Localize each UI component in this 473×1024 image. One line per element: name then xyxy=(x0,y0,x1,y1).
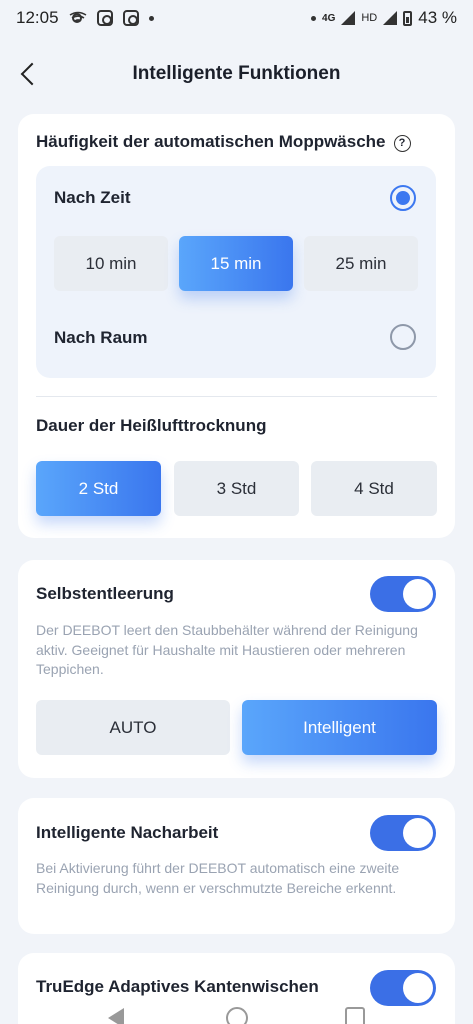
mop-wash-options-panel: Nach Zeit 10 min 15 min 25 min Nach Raum xyxy=(36,166,436,378)
interval-15-min-button[interactable]: 15 min xyxy=(179,236,293,291)
signal-icon xyxy=(341,11,356,25)
drying-2-std-button[interactable]: 2 Std xyxy=(36,461,161,516)
by-time-label: Nach Zeit xyxy=(54,188,131,207)
drying-4-std-button[interactable]: 4 Std xyxy=(311,461,437,516)
truedge-card: TruEdge Adaptives Kantenwischen xyxy=(18,953,455,1024)
header: Intelligente Funktionen xyxy=(0,52,473,96)
wifi-icon xyxy=(383,11,398,25)
battery-icon xyxy=(403,10,413,26)
interval-25-min-button[interactable]: 25 min xyxy=(304,236,418,291)
hd-label: HD xyxy=(361,12,378,24)
self-empty-title: Selbstentleerung xyxy=(36,584,174,603)
self-empty-intelligent-button[interactable]: Intelligent xyxy=(242,700,437,755)
battery-percent: 43 % xyxy=(418,8,457,27)
self-empty-auto-button[interactable]: AUTO xyxy=(36,700,230,755)
cast-icon xyxy=(69,10,87,26)
by-time-radio[interactable] xyxy=(390,185,416,211)
drying-title: Dauer der Heißlufttrocknung xyxy=(36,416,267,435)
page-title: Intelligente Funktionen xyxy=(132,63,341,84)
self-empty-card: Selbstentleerung Der DEEBOT leert den St… xyxy=(18,560,455,778)
back-arrow-icon[interactable] xyxy=(18,62,42,86)
mop-wash-title: Häufigkeit der automatischen Moppwäsche xyxy=(36,132,386,151)
self-empty-description: Der DEEBOT leert den Staubbehälter währe… xyxy=(36,622,418,677)
rework-title: Intelligente Nacharbeit xyxy=(36,823,219,842)
status-time: 12:05 xyxy=(16,8,59,27)
rework-card: Intelligente Nacharbeit Bei Aktivierung … xyxy=(18,798,455,934)
rework-description: Bei Aktivierung führt der DEEBOT automat… xyxy=(36,860,400,896)
dot-icon xyxy=(311,15,317,21)
interval-10-min-button[interactable]: 10 min xyxy=(54,236,168,291)
network-label: 4G xyxy=(322,12,336,24)
truedge-toggle[interactable] xyxy=(370,970,436,1006)
instagram-icon xyxy=(96,10,113,26)
self-empty-toggle[interactable] xyxy=(370,576,436,612)
by-room-radio[interactable] xyxy=(390,324,416,350)
truedge-title: TruEdge Adaptives Kantenwischen xyxy=(36,977,319,996)
drying-3-std-button[interactable]: 3 Std xyxy=(174,461,299,516)
instagram-icon xyxy=(122,10,139,26)
help-icon[interactable]: ? xyxy=(393,135,411,152)
mop-wash-title-row: Häufigkeit der automatischen Moppwäsche? xyxy=(36,132,411,152)
rework-toggle[interactable] xyxy=(370,815,436,851)
divider xyxy=(36,396,437,397)
mop-settings-card: Häufigkeit der automatischen Moppwäsche?… xyxy=(18,114,455,538)
notification-dot-icon xyxy=(148,15,154,21)
status-bar: 12:05 4G HD 43 % xyxy=(0,0,473,36)
by-room-label: Nach Raum xyxy=(54,328,148,347)
